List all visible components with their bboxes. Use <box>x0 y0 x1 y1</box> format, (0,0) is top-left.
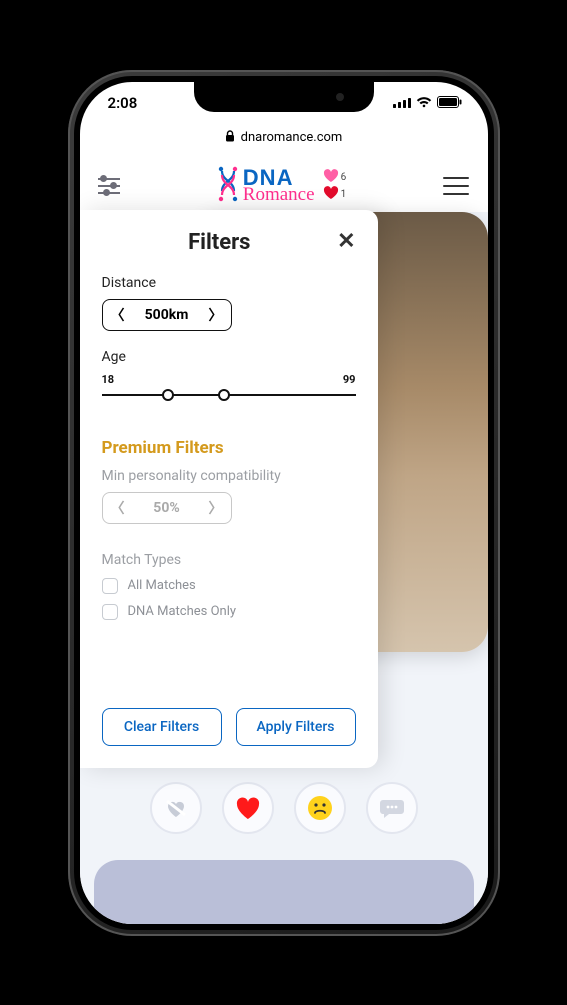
heart-fill-icon <box>323 186 339 203</box>
apply-filters-button[interactable]: Apply Filters <box>236 708 356 746</box>
age-min: 18 <box>102 373 115 386</box>
status-time: 2:08 <box>108 94 138 112</box>
age-label: Age <box>102 349 356 365</box>
premium-filters-heading: Premium Filters <box>102 438 356 458</box>
age-max: 99 <box>343 373 356 386</box>
filters-icon[interactable] <box>98 173 120 199</box>
bottom-banner[interactable] <box>94 860 474 924</box>
match-option-dna-label: DNA Matches Only <box>128 604 237 619</box>
personality-label: Min personality compatibility <box>102 468 356 484</box>
message-button[interactable] <box>366 782 418 834</box>
phone-frame: 2:08 dnaromance.com <box>68 70 500 936</box>
phone-inner: 2:08 dnaromance.com <box>74 76 494 930</box>
age-handle-min[interactable] <box>162 389 174 401</box>
distance-value: 500km <box>145 307 189 323</box>
app-logo[interactable]: DNA Romance 6 1 <box>217 166 346 206</box>
match-option-dna[interactable]: DNA Matches Only <box>102 604 356 620</box>
chevron-right-icon[interactable]: 〉 <box>208 498 222 518</box>
match-option-all-label: All Matches <box>128 578 196 593</box>
age-range-slider[interactable] <box>102 388 356 402</box>
chevron-left-icon[interactable]: 〈 <box>111 305 125 325</box>
distance-stepper[interactable]: 〈 500km 〉 <box>102 299 232 331</box>
notch <box>194 82 374 112</box>
personality-stepper[interactable]: 〈 50% 〉 <box>102 492 232 524</box>
wifi-icon <box>416 94 432 112</box>
chevron-left-icon[interactable]: 〈 <box>111 498 125 518</box>
dna-helix-icon <box>217 166 239 206</box>
browser-address-bar[interactable]: dnaromance.com <box>94 124 474 152</box>
age-handle-max[interactable] <box>218 389 230 401</box>
filters-panel: Filters ✕ Distance 〈 500km 〉 Age 18 99 <box>80 210 378 768</box>
screen: 2:08 dnaromance.com <box>80 82 488 924</box>
personality-value: 50% <box>153 500 179 516</box>
dismiss-button[interactable] <box>150 782 202 834</box>
checkbox-icon[interactable] <box>102 604 118 620</box>
clear-filters-button[interactable]: Clear Filters <box>102 708 222 746</box>
heart-outline-icon <box>323 169 339 186</box>
app-header: DNA Romance 6 1 <box>80 152 488 216</box>
filters-title: Filters <box>102 230 338 255</box>
status-indicators <box>393 94 462 112</box>
match-types-label: Match Types <box>102 552 356 568</box>
heart-count-top: 6 <box>341 172 347 183</box>
logo-text-romance: Romance <box>243 186 315 203</box>
menu-icon[interactable] <box>443 171 469 201</box>
distance-label: Distance <box>102 275 356 291</box>
chevron-right-icon[interactable]: 〉 <box>208 305 222 325</box>
superlike-button[interactable] <box>294 782 346 834</box>
browser-domain: dnaromance.com <box>241 130 343 145</box>
like-button[interactable] <box>222 782 274 834</box>
cellular-icon <box>393 94 411 112</box>
close-icon[interactable]: ✕ <box>337 231 355 253</box>
battery-icon <box>437 94 462 112</box>
lock-icon <box>225 130 235 146</box>
heart-count-bottom: 1 <box>341 189 347 200</box>
action-button-row <box>80 782 488 834</box>
checkbox-icon[interactable] <box>102 578 118 594</box>
match-option-all[interactable]: All Matches <box>102 578 356 594</box>
